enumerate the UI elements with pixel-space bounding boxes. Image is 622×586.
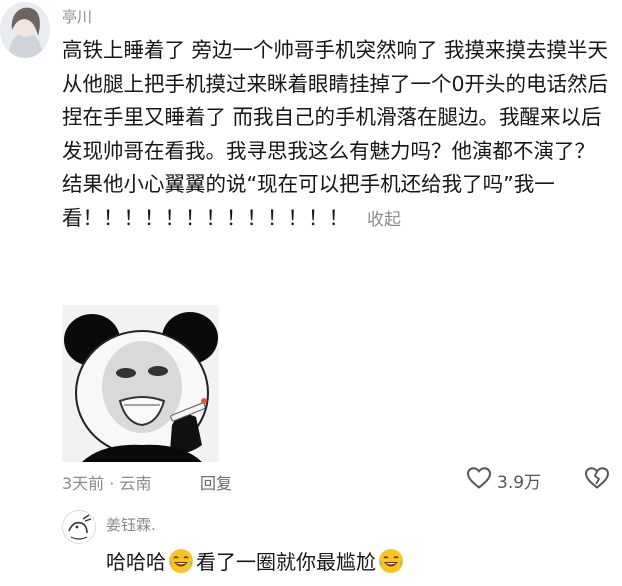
reply-username[interactable]: 姜钰霖. <box>106 514 156 535</box>
user-avatar[interactable] <box>0 2 50 58</box>
comment-text-content: 高铁上睡着了 旁边一个帅哥手机突然响了 我摸来摸去摸半天从他腿上把手机摸过来眯着… <box>62 38 609 230</box>
comment-username[interactable]: 亭川 <box>62 6 92 27</box>
heart-icon <box>466 466 492 494</box>
like-count: 3.9万 <box>497 472 542 493</box>
like-button[interactable]: 3.9万 <box>466 466 541 494</box>
reply-text: 哈哈哈 看了一圈就你最尴尬 <box>106 546 406 575</box>
comment-text: 高铁上睡着了 旁边一个帅哥手机突然响了 我摸来摸去摸半天从他腿上把手机摸过来眯着… <box>62 34 614 237</box>
reply-user-avatar[interactable] <box>62 510 96 544</box>
comment-time-location: 3天前 · 云南 <box>62 474 152 493</box>
reply-text-part1: 哈哈哈 <box>106 550 166 574</box>
panda-meme-image[interactable] <box>62 305 219 462</box>
reply-button[interactable]: 回复 <box>200 470 232 494</box>
reply-text-part2: 看了一圈就你最尴尬 <box>196 550 376 574</box>
collapse-link[interactable]: 收起 <box>367 210 401 230</box>
broken-heart-icon <box>584 467 610 494</box>
dislike-button[interactable] <box>584 466 610 494</box>
face-with-tears-of-joy-icon <box>378 548 404 574</box>
face-with-tears-of-joy-icon <box>168 548 194 574</box>
